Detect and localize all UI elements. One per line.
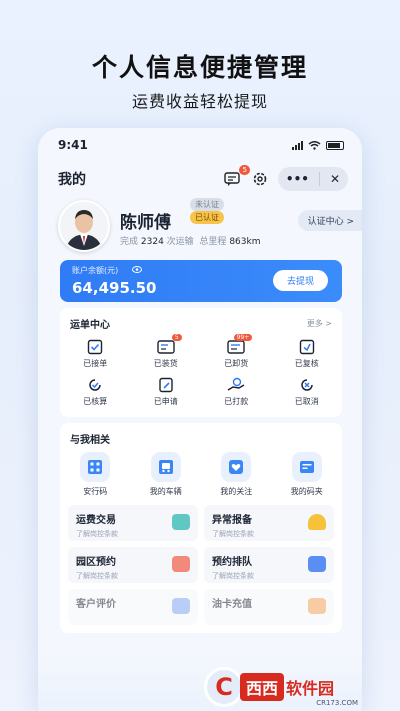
- order-status-cancelled[interactable]: 已取消: [272, 373, 343, 411]
- queue-reservation-entry[interactable]: 预约排队 了解岗控条款: [204, 547, 334, 583]
- freight-trade-icon: [172, 514, 190, 530]
- paid-icon: [227, 377, 245, 391]
- order-status-settled[interactable]: 已核算: [60, 373, 131, 411]
- order-status-applied[interactable]: 已申请: [131, 373, 202, 411]
- customer-review-entry[interactable]: 客户评价: [68, 589, 198, 625]
- order-status-paid[interactable]: 已打款: [201, 373, 272, 411]
- promo-subtitle: 运费收益轻松提现: [131, 92, 268, 111]
- unloaded-count-badge: 99+: [233, 334, 253, 341]
- related-title: 与我相关: [70, 435, 110, 446]
- heart-icon: [229, 460, 244, 474]
- unloaded-icon: [227, 340, 245, 354]
- calendar-icon: [172, 556, 190, 572]
- loaded-count-badge: 5: [171, 334, 182, 341]
- order-status-unloaded[interactable]: 99+ 已卸货: [201, 334, 272, 373]
- battery-icon: [326, 140, 344, 150]
- page-title: 我的: [58, 172, 86, 188]
- balance-value: 64,495.50: [72, 279, 157, 297]
- certification-center-button[interactable]: 认证中心 >: [297, 210, 362, 231]
- watermark-c-icon: C: [204, 667, 244, 707]
- balance-label: 账户余额(元): [72, 266, 119, 275]
- profile-section: 陈师傅 未认证 已认证 完成 2324 次运输 总里程 863km 认证中心 >: [58, 198, 362, 260]
- accepted-icon: [88, 339, 103, 355]
- withdraw-button[interactable]: 去提现: [272, 270, 328, 291]
- settled-icon: [89, 379, 101, 391]
- helmet-icon: [308, 514, 326, 530]
- my-card-holder-shortcut[interactable]: 我的码夹: [272, 452, 343, 497]
- verified-badge: 已认证: [190, 211, 224, 224]
- watermark-brand-a: 西西: [240, 673, 285, 701]
- capsule-divider: [318, 172, 320, 186]
- safe-code-shortcut[interactable]: 安行码: [60, 452, 131, 497]
- eye-icon[interactable]: [132, 266, 142, 273]
- qr-code-icon: [88, 460, 103, 474]
- avatar-photo: [60, 202, 108, 250]
- watermark-logo: C 西西 软件园 CR173.COM: [204, 667, 394, 707]
- top-bar: 我的 5 ••• ✕: [38, 162, 362, 196]
- mini-program-capsule: ••• ✕: [277, 167, 348, 191]
- balance-card: 账户余额(元) 64,495.50 去提现: [60, 260, 342, 302]
- park-reservation-entry[interactable]: 园区预约 了解岗控条款: [68, 547, 198, 583]
- message-badge: 5: [239, 165, 250, 175]
- queue-truck-icon: [308, 556, 326, 572]
- my-follows-shortcut[interactable]: 我的关注: [201, 452, 272, 497]
- status-time: 9:41: [58, 138, 88, 152]
- watermark-url: CR173.COM: [316, 699, 358, 707]
- status-bar: 9:41: [38, 128, 362, 162]
- loaded-icon: [157, 340, 175, 354]
- truck-icon: [158, 460, 173, 474]
- message-button[interactable]: 5: [224, 165, 250, 187]
- watermark-brand-b: 软件园: [286, 679, 335, 698]
- driver-name: 陈师傅: [120, 213, 171, 233]
- message-icon: [224, 172, 240, 186]
- order-status-reviewed[interactable]: 已复核: [272, 335, 343, 373]
- wifi-icon: [308, 140, 321, 150]
- freight-trade-entry[interactable]: 运费交易 了解岗控条款: [68, 505, 198, 541]
- order-status-accepted[interactable]: 已接单: [60, 335, 131, 373]
- fuel-card-recharge-entry[interactable]: 油卡充值: [204, 589, 334, 625]
- close-button[interactable]: ✕: [330, 172, 340, 186]
- unverified-badge: 未认证: [190, 198, 224, 211]
- signal-icon: [292, 140, 303, 150]
- fuel-card-icon: [308, 598, 326, 614]
- settings-icon[interactable]: [252, 171, 268, 187]
- review-icon: [172, 598, 190, 614]
- more-button[interactable]: •••: [286, 172, 309, 186]
- exception-report-entry[interactable]: 异常报备 了解岗控条款: [204, 505, 334, 541]
- avatar[interactable]: [58, 200, 110, 252]
- applied-icon: [159, 377, 173, 393]
- card-holder-icon: [299, 461, 314, 473]
- driver-stats: 完成 2324 次运输 总里程 863km: [120, 237, 261, 247]
- phone-screen: 9:41 我的 5 ••• ✕ 陈师傅 未认证 已认证 完成 2324 次运输 …: [38, 128, 362, 711]
- my-vehicles-shortcut[interactable]: 我的车辆: [131, 452, 202, 497]
- order-status-loaded[interactable]: 5 已装货: [131, 334, 202, 373]
- cancelled-icon: [301, 379, 313, 391]
- order-center-more-link[interactable]: 更多 >: [307, 318, 332, 329]
- related-card: 与我相关 安行码 我的车辆 我的关注 我的码夹 运费交易 了解岗控条款 异常报备…: [60, 423, 342, 633]
- order-center-title: 运单中心: [70, 320, 110, 331]
- reviewed-icon: [299, 339, 314, 355]
- promo-title: 个人信息便捷管理: [91, 53, 308, 82]
- order-center-card: 运单中心 更多 > 已接单 5 已装货 99+ 已卸货 已复核 已核算 已申请 …: [60, 308, 342, 417]
